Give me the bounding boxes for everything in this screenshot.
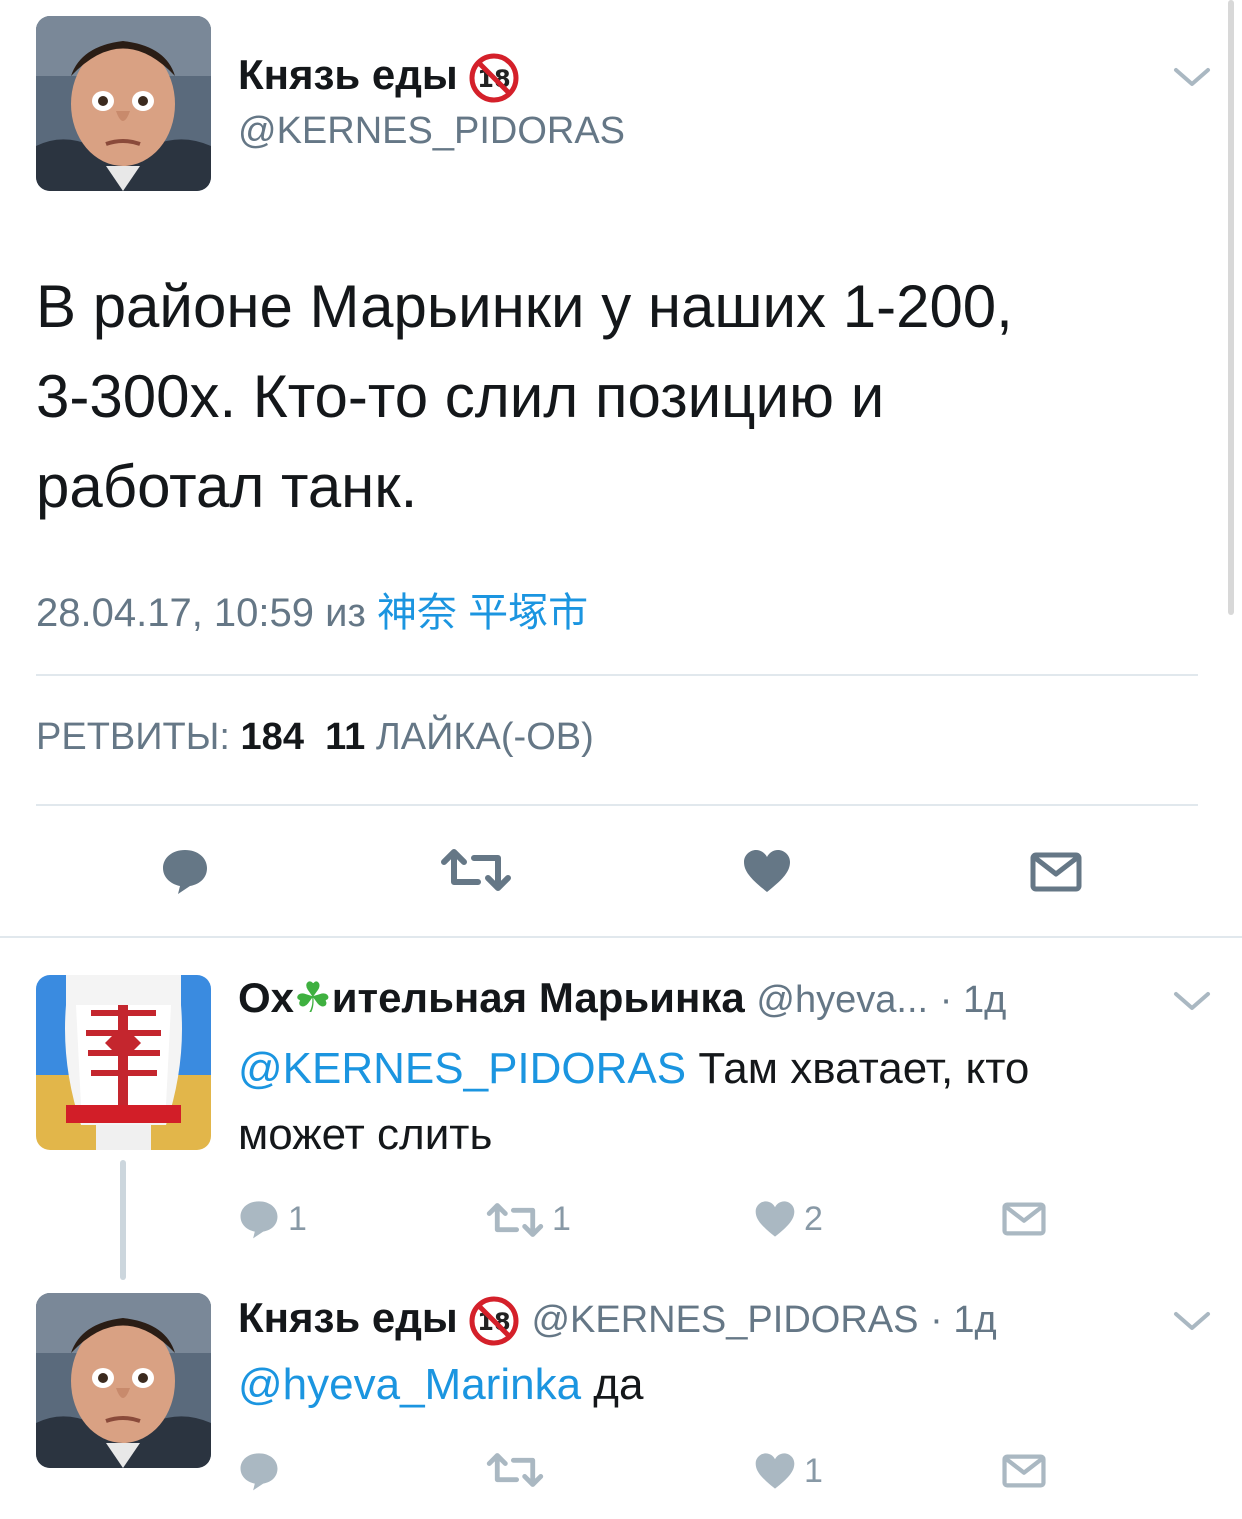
mention-link[interactable]: @hyeva_Marinka: [238, 1360, 581, 1409]
retweet-icon: [486, 1453, 544, 1487]
reply-1-header: Ох☘ительная Марьинка @hyeva... · 1д: [238, 972, 1006, 1026]
reply-2-text-rest: да: [581, 1360, 644, 1409]
reply-icon: [240, 1201, 278, 1239]
reply-2-time: · 1д: [930, 1299, 997, 1341]
main-tweet-line: В районе Марьинки у наших 1-200,: [36, 273, 1013, 340]
no-under-18-icon: 18: [468, 1295, 520, 1347]
heart-icon: [755, 1201, 795, 1237]
dm-button[interactable]: [1002, 1454, 1046, 1488]
reply-2-text: @hyeva_Marinka да: [238, 1352, 643, 1418]
dm-button[interactable]: [1002, 1202, 1046, 1236]
retweet-icon: [486, 1202, 544, 1237]
shamrock-icon: ☘: [294, 974, 332, 1021]
scrollbar[interactable]: [1228, 0, 1234, 615]
main-author-row: Князь еды 18: [238, 50, 520, 104]
chevron-down-icon[interactable]: [1172, 64, 1212, 92]
reply-1-text-line2: может слить: [238, 1110, 493, 1159]
retweet-icon: [441, 849, 511, 891]
envelope-icon: [1030, 852, 1082, 892]
retweets-label: РЕТВИТЫ:: [36, 716, 230, 758]
main-author-name[interactable]: Князь еды: [238, 51, 458, 98]
like-button[interactable]: [742, 848, 792, 894]
reply-2-author-name[interactable]: Князь еды: [238, 1294, 458, 1341]
reply-button[interactable]: [238, 1450, 280, 1492]
main-author-handle[interactable]: @KERNES_PIDORAS: [238, 110, 625, 153]
tweet-stats: РЕТВИТЫ: 184 11 ЛАЙКА(-ОВ): [36, 716, 594, 759]
no-under-18-icon: 18: [468, 52, 520, 104]
avatar-reply-1[interactable]: [36, 975, 211, 1150]
like-button[interactable]: 2: [754, 1199, 823, 1239]
from-label: из: [325, 591, 366, 635]
reply-button[interactable]: [160, 846, 210, 896]
thread-connector: [120, 1160, 126, 1280]
retweet-button[interactable]: [440, 848, 512, 892]
envelope-icon: [1002, 1202, 1046, 1236]
avatar-reply-2[interactable]: [36, 1293, 211, 1468]
main-tweet-meta: 28.04.17, 10:59 из 神奈 平塚市: [36, 580, 588, 638]
reply-icon: [163, 850, 207, 894]
heart-icon: [755, 1453, 795, 1489]
heart-icon: [744, 850, 790, 892]
likes-count[interactable]: 11: [325, 716, 365, 758]
reply-1-author-name-start[interactable]: Ох: [238, 974, 294, 1021]
reply-1-text-line1: Там хватает, кто: [686, 1044, 1030, 1093]
main-tweet-line: 3-300х. Кто-то слил позицию и: [36, 363, 885, 430]
reply-count: 1: [288, 1199, 307, 1238]
avatar-main[interactable]: [36, 16, 211, 191]
reply-1-time: · 1д: [939, 979, 1007, 1021]
retweet-count: 1: [552, 1200, 571, 1238]
reply-button[interactable]: 1: [238, 1198, 307, 1240]
reply-1-text: @KERNES_PIDORAS Там хватает, кто может с…: [238, 1036, 1198, 1168]
reply-2-header: Князь еды 18 @KERNES_PIDORAS · 1д: [238, 1292, 997, 1347]
reply-2-handle[interactable]: @KERNES_PIDORAS: [531, 1299, 918, 1341]
dm-button[interactable]: [1030, 852, 1082, 892]
divider: [36, 804, 1198, 806]
tweet-location[interactable]: 神奈 平塚市: [377, 591, 588, 635]
divider: [36, 674, 1198, 676]
like-count: 1: [804, 1451, 823, 1490]
retweet-button[interactable]: 1: [486, 1200, 571, 1239]
divider: [0, 936, 1242, 938]
mention-link[interactable]: @KERNES_PIDORAS: [238, 1044, 686, 1093]
chevron-down-icon[interactable]: [1172, 1308, 1212, 1336]
chevron-down-icon[interactable]: [1172, 988, 1212, 1016]
like-count: 2: [804, 1199, 823, 1238]
main-tweet-timestamp: 28.04.17, 10:59: [36, 591, 315, 635]
main-tweet-text: В районе Марьинки у наших 1-200, 3-300х.…: [36, 262, 1186, 532]
envelope-icon: [1002, 1454, 1046, 1488]
reply-1-author-name-end[interactable]: ительная Марьинка: [332, 974, 745, 1021]
reply-icon: [240, 1453, 278, 1491]
likes-label[interactable]: ЛАЙКА(-ОВ): [376, 716, 594, 758]
retweets-count[interactable]: 184: [241, 716, 304, 758]
like-button[interactable]: 1: [754, 1451, 823, 1491]
retweet-button[interactable]: [486, 1452, 544, 1488]
reply-1-handle[interactable]: @hyeva...: [756, 979, 928, 1021]
main-tweet-line: работал танк.: [36, 453, 418, 520]
